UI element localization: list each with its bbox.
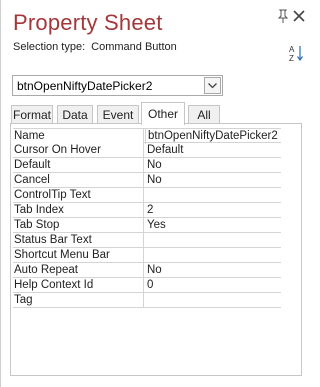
tab-event[interactable]: Event (97, 105, 139, 124)
property-name: Help Context Id (13, 278, 144, 293)
property-row-tab-stop[interactable]: Tab Stop Yes (13, 218, 281, 233)
property-value[interactable] (147, 293, 281, 308)
property-row-tab-index[interactable]: Tab Index 2 (13, 203, 281, 218)
property-name: Auto Repeat (13, 263, 144, 278)
property-name: Cancel (13, 173, 144, 188)
svg-text:A: A (289, 45, 295, 54)
property-row-default[interactable]: Default No (13, 158, 281, 173)
property-value[interactable] (147, 188, 281, 203)
property-row-status-bar-text[interactable]: Status Bar Text (13, 233, 281, 248)
property-value[interactable] (147, 248, 281, 263)
property-name: Cursor On Hover (13, 143, 144, 158)
property-name: ControlTip Text (13, 188, 144, 203)
chevron-down-icon (208, 83, 217, 89)
property-value[interactable]: Yes (147, 218, 281, 233)
property-value[interactable]: 0 (147, 278, 281, 293)
selection-type-label: Selection type: (13, 41, 86, 53)
property-value[interactable]: btnOpenNiftyDatePicker2 (145, 129, 279, 144)
property-row-cancel[interactable]: Cancel No (13, 173, 281, 188)
selection-type-value: Command Button (91, 41, 177, 53)
dropdown-button[interactable] (204, 77, 221, 94)
property-name: Shortcut Menu Bar (13, 248, 144, 263)
property-value[interactable]: Default (147, 143, 281, 158)
property-name: Tab Stop (13, 218, 144, 233)
property-grid: Name btnOpenNiftyDatePicker2 Cursor On H… (13, 128, 281, 308)
property-row-tag[interactable]: Tag (13, 293, 281, 308)
property-row-help-context-id[interactable]: Help Context Id 0 (13, 278, 281, 293)
selection-type: Selection type: Command Button (13, 41, 177, 53)
property-value[interactable]: 2 (147, 203, 281, 218)
property-value[interactable]: No (147, 173, 281, 188)
property-name: Tag (13, 293, 144, 308)
tab-other[interactable]: Other (141, 102, 185, 125)
tab-data[interactable]: Data (57, 105, 93, 124)
pane-title: Property Sheet (13, 10, 163, 35)
property-sheet-pane: Property Sheet Selection type: Command Bu… (0, 0, 311, 387)
object-selector-value: btnOpenNiftyDatePicker2 (17, 79, 153, 93)
property-value[interactable]: No (147, 263, 281, 278)
property-row-cursor-on-hover[interactable]: Cursor On Hover Default (13, 143, 281, 158)
property-value[interactable] (147, 233, 281, 248)
close-icon[interactable] (292, 9, 306, 23)
property-name: Status Bar Text (13, 233, 144, 248)
tab-format[interactable]: Format (11, 105, 53, 124)
property-row-auto-repeat[interactable]: Auto Repeat No (13, 263, 281, 278)
property-name: Name (13, 129, 144, 144)
pin-icon[interactable] (277, 9, 289, 23)
sort-az-icon[interactable]: A Z (288, 44, 304, 62)
property-row-controltip-text[interactable]: ControlTip Text (13, 188, 281, 203)
property-value[interactable]: No (147, 158, 281, 173)
property-row-shortcut-menu-bar[interactable]: Shortcut Menu Bar (13, 248, 281, 263)
object-selector-dropdown[interactable]: btnOpenNiftyDatePicker2 (12, 75, 223, 96)
property-name: Tab Index (13, 203, 144, 218)
svg-text:Z: Z (289, 54, 294, 62)
property-row-name[interactable]: Name btnOpenNiftyDatePicker2 (13, 128, 281, 144)
tab-all[interactable]: All (188, 105, 220, 124)
property-name: Default (13, 158, 144, 173)
